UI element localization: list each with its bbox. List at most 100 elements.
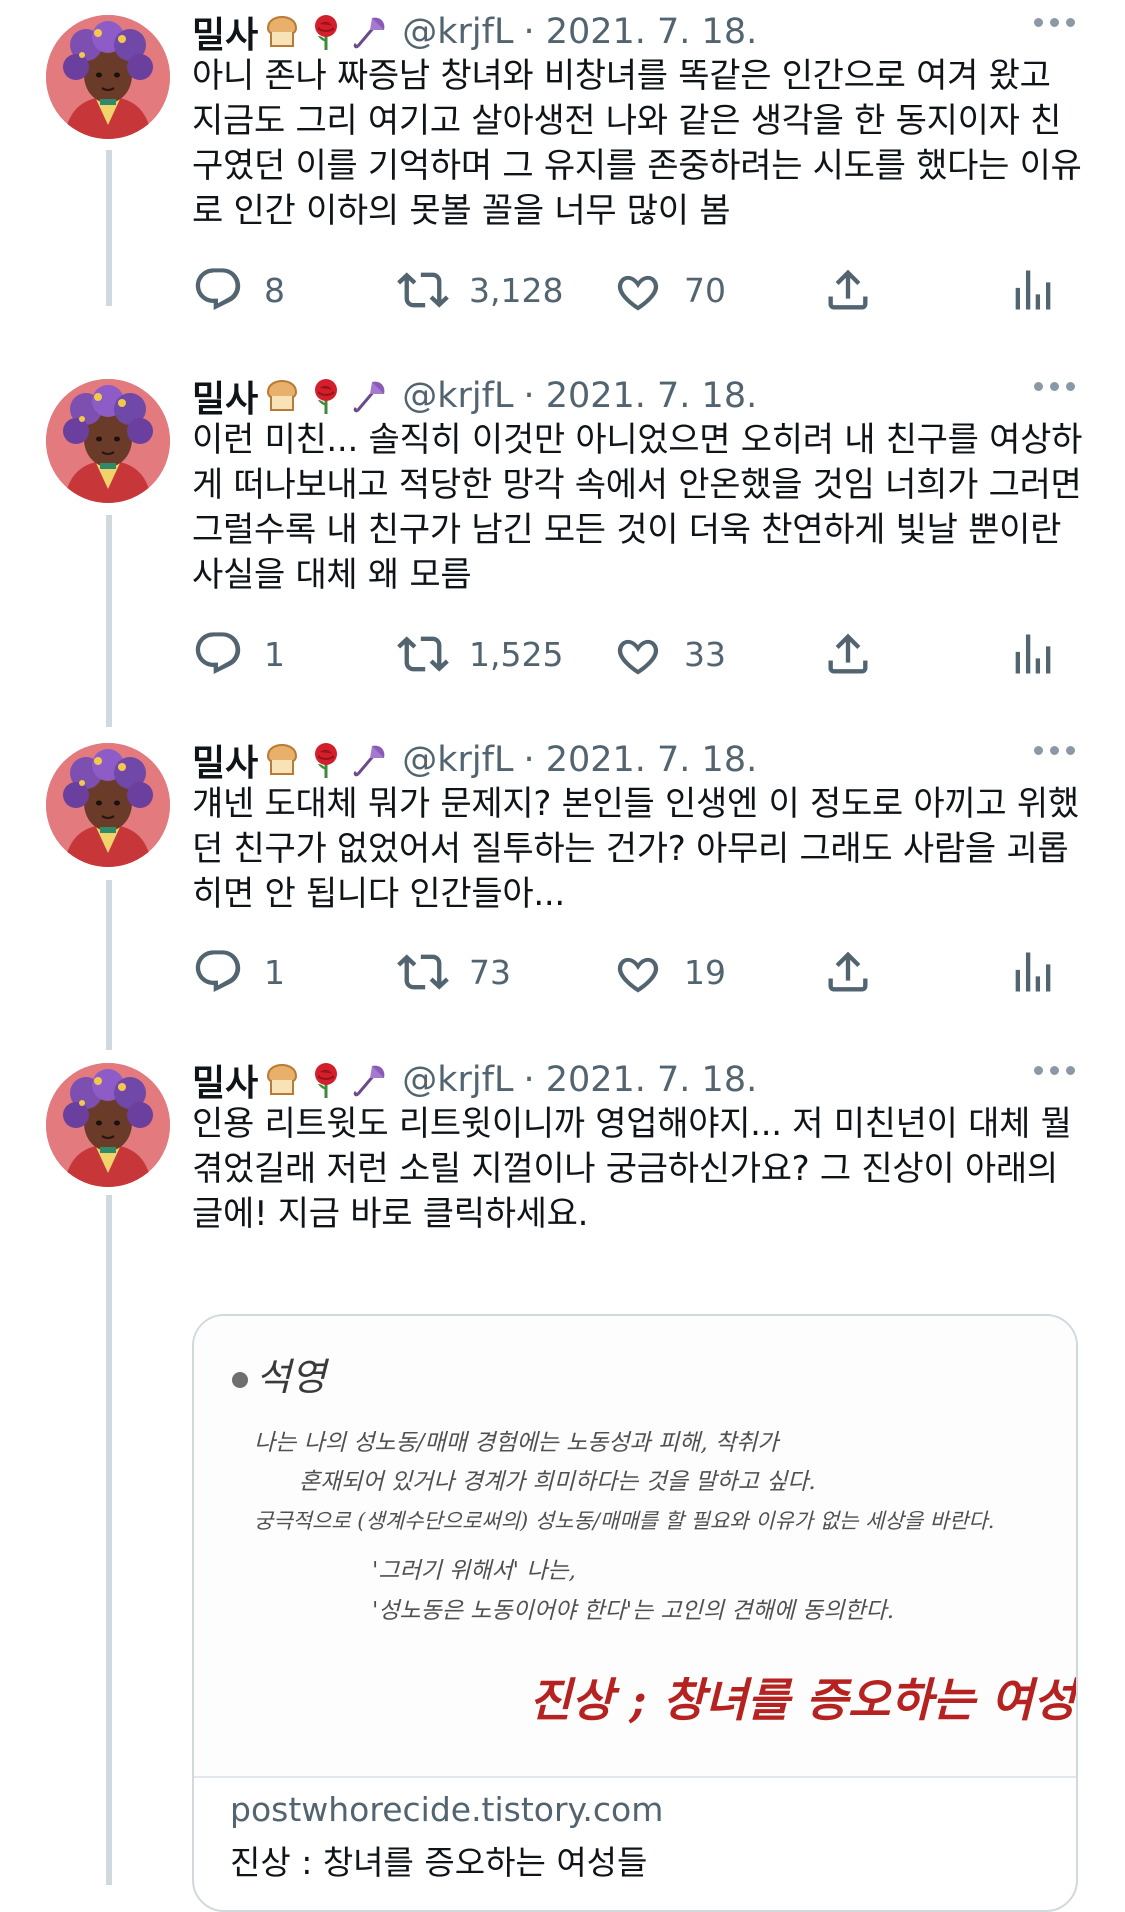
rose-emoji xyxy=(306,740,346,780)
card-image-line: 궁극적으로 (생계수단으로써의) 성노동/매매를 할 필요와 이유가 없는 세상… xyxy=(254,1509,994,1533)
umbrella-emoji xyxy=(350,376,390,416)
retweet-icon xyxy=(397,264,449,316)
tweet[interactable]: 밀사 @krjfL · 2021. 7. 18. 인용 리트윗도 리트윗이니까 … xyxy=(0,1048,1125,1912)
tweet[interactable]: 밀사 @krjfL · 2021. 7. 18. 이런 미친... 솔직히 이것… xyxy=(0,364,1125,724)
tweet-text-line: 글에! 지금 바로 클릭하세요. xyxy=(192,1194,589,1234)
display-name[interactable]: 밀사 xyxy=(192,1054,258,1106)
tweet-text-line: 인용 리트윗도 리트윗이니까 영업해야지... 저 미친년이 대체 뭘 xyxy=(192,1104,1072,1144)
tweet-text-line: 게 떠나보내고 적당한 망각 속에서 안온했을 것임 너희가 그러면 xyxy=(192,465,1082,505)
avatar[interactable] xyxy=(46,15,170,139)
tweet-text-line: 겪었길래 저런 소릴 지껄이나 궁금하신가요? 그 진상이 아래의 xyxy=(192,1149,1058,1189)
more-options-icon[interactable] xyxy=(1034,18,1075,27)
tweet[interactable]: 밀사 @krjfL · 2021. 7. 18. 걔넨 도대체 뭐가 문제지? … xyxy=(0,728,1125,1043)
link-card-domain[interactable]: postwhorecide.tistory.com xyxy=(230,1790,663,1829)
user-handle[interactable]: @krjfL xyxy=(402,1060,513,1100)
card-image-line: 나는 나의 성노동/매매 경험에는 노동성과 피해, 착취가 xyxy=(254,1430,781,1456)
like-count: 33 xyxy=(684,634,726,674)
tweet-text-line: 로 인간 이하의 못볼 꼴을 너무 많이 봄 xyxy=(192,191,731,231)
reply-count: 1 xyxy=(264,634,285,674)
reply-button[interactable]: 1 xyxy=(192,624,285,684)
link-card-title[interactable]: 진상 : 창녀를 증오하는 여성들 xyxy=(230,1836,647,1884)
tweet-header: 밀사 @krjfL · 2021. 7. 18. xyxy=(192,1054,757,1106)
retweet-button[interactable]: 3,128 xyxy=(397,260,563,320)
tweet-text: 이런 미친... 솔직히 이것만 아니었으면 오히려 내 친구를 여상하 게 떠… xyxy=(192,418,1092,598)
avatar[interactable] xyxy=(46,1063,170,1187)
tweet-text: 인용 리트윗도 리트윗이니까 영업해야지... 저 미친년이 대체 뭘 겪었길래… xyxy=(192,1102,1092,1237)
heart-icon xyxy=(612,264,664,316)
reply-count: 1 xyxy=(264,952,285,992)
tweet-date[interactable]: · 2021. 7. 18. xyxy=(523,12,757,52)
tweet-text-line: 구였던 이를 기억하며 그 유지를 존중하려는 시도를 했다는 이유 xyxy=(192,146,1082,186)
tweet-date[interactable]: · 2021. 7. 18. xyxy=(523,376,757,416)
rose-emoji xyxy=(306,1060,346,1100)
share-icon xyxy=(822,946,874,998)
bread-emoji xyxy=(262,376,302,416)
more-options-icon[interactable] xyxy=(1034,382,1075,391)
card-image-red-caption: 진상 ; 창녀를 증오하는 여성들 xyxy=(529,1673,1076,1727)
display-name[interactable]: 밀사 xyxy=(192,734,258,786)
tweet-text-line: 사실을 대체 왜 모름 xyxy=(192,555,472,595)
umbrella-emoji xyxy=(350,740,390,780)
retweet-icon xyxy=(397,946,449,998)
like-button[interactable]: 70 xyxy=(612,260,726,320)
like-button[interactable]: 33 xyxy=(612,624,726,684)
bread-emoji xyxy=(262,740,302,780)
reply-button[interactable]: 1 xyxy=(192,942,285,1002)
display-name[interactable]: 밀사 xyxy=(192,6,258,58)
more-options-icon[interactable] xyxy=(1034,1066,1075,1075)
tweet-text: 아니 존나 짜증남 창녀와 비창녀를 똑같은 인간으로 여겨 왔고 지금도 그리… xyxy=(192,54,1092,234)
share-button[interactable] xyxy=(822,260,874,320)
umbrella-emoji xyxy=(350,1060,390,1100)
more-options-icon[interactable] xyxy=(1034,746,1075,755)
bread-emoji xyxy=(262,1060,302,1100)
heart-icon xyxy=(612,946,664,998)
card-image-heading: 석영 xyxy=(256,1355,330,1399)
tweet-actions: 1 1,525 33 xyxy=(192,624,1072,684)
tweet-text: 걔넨 도대체 뭐가 문제지? 본인들 인생엔 이 정도로 아끼고 위했 던 친구… xyxy=(192,782,1092,917)
analytics-button[interactable] xyxy=(1007,942,1059,1002)
tweet-text-line: 히면 안 됩니다 인간들아... xyxy=(192,874,565,914)
share-button[interactable] xyxy=(822,942,874,1002)
reply-count: 8 xyxy=(264,270,285,310)
link-card[interactable]: 석영 나는 나의 성노동/매매 경험에는 노동성과 피해, 착취가 혼재되어 있… xyxy=(192,1314,1078,1912)
tweet-header: 밀사 @krjfL · 2021. 7. 18. xyxy=(192,6,757,58)
card-image-line: '그러기 위해서' 나는, xyxy=(372,1558,576,1584)
bullet-dot xyxy=(232,1372,248,1388)
user-handle[interactable]: @krjfL xyxy=(402,376,513,416)
user-handle[interactable]: @krjfL xyxy=(402,12,513,52)
retweet-icon xyxy=(397,628,449,680)
analytics-button[interactable] xyxy=(1007,260,1059,320)
tweet-date[interactable]: · 2021. 7. 18. xyxy=(523,1060,757,1100)
analytics-button[interactable] xyxy=(1007,624,1059,684)
display-name[interactable]: 밀사 xyxy=(192,370,258,422)
tweet-text-line: 던 친구가 없었어서 질투하는 건가? 아무리 그래도 사람을 괴롭 xyxy=(192,829,1069,869)
card-image-line: '성노동은 노동이어야 한다'는 고인의 견해에 동의한다. xyxy=(372,1598,894,1624)
analytics-icon xyxy=(1007,264,1059,316)
rose-emoji xyxy=(306,376,346,416)
like-count: 19 xyxy=(684,952,726,992)
umbrella-emoji xyxy=(350,12,390,52)
tweet-text-line: 지금도 그리 여기고 살아생전 나와 같은 생각을 한 동지이자 친 xyxy=(192,101,1062,141)
analytics-icon xyxy=(1007,628,1059,680)
avatar[interactable] xyxy=(46,743,170,867)
tweet-date[interactable]: · 2021. 7. 18. xyxy=(523,740,757,780)
reply-icon xyxy=(192,264,244,316)
tweet[interactable]: 밀사 @krjfL · 2021. 7. 18. 아니 존나 짜증남 창녀와 비… xyxy=(0,0,1125,355)
retweet-button[interactable]: 73 xyxy=(397,942,511,1002)
like-count: 70 xyxy=(684,270,726,310)
like-button[interactable]: 19 xyxy=(612,942,726,1002)
user-handle[interactable]: @krjfL xyxy=(402,740,513,780)
tweet-text-line: 그럴수록 내 친구가 남긴 모든 것이 더욱 찬연하게 빛날 뿐이란 xyxy=(192,510,1062,550)
tweet-text-line: 이런 미친... 솔직히 이것만 아니었으면 오히려 내 친구를 여상하 xyxy=(192,420,1083,460)
tweet-actions: 1 73 19 xyxy=(192,942,1072,1002)
card-image-line: 혼재되어 있거나 경계가 희미하다는 것을 말하고 싶다. xyxy=(299,1469,816,1495)
link-card-image[interactable]: 석영 나는 나의 성노동/매매 경험에는 노동성과 피해, 착취가 혼재되어 있… xyxy=(194,1316,1076,1778)
retweet-button[interactable]: 1,525 xyxy=(397,624,563,684)
reply-button[interactable]: 8 xyxy=(192,260,285,320)
share-button[interactable] xyxy=(822,624,874,684)
avatar[interactable] xyxy=(46,379,170,503)
analytics-icon xyxy=(1007,946,1059,998)
reply-icon xyxy=(192,946,244,998)
heart-icon xyxy=(612,628,664,680)
tweet-header: 밀사 @krjfL · 2021. 7. 18. xyxy=(192,370,757,422)
